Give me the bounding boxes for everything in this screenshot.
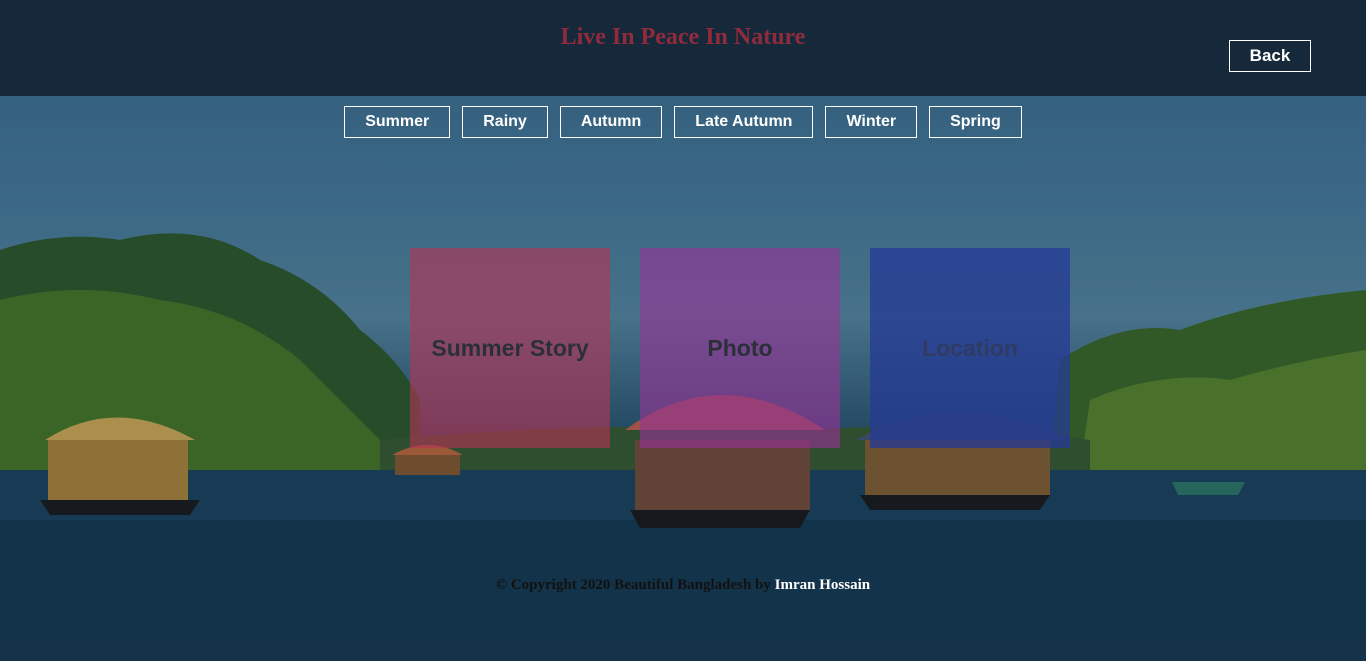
footer: © Copyright 2020 Beautiful Bangladesh by… bbox=[0, 577, 1366, 594]
copyright-text: © Copyright 2020 Beautiful Bangladesh by bbox=[495, 577, 771, 593]
location-label: Location bbox=[922, 334, 1018, 361]
site-title: Live In Peace In Nature bbox=[560, 24, 806, 50]
season-button-rainy[interactable]: Rainy bbox=[462, 106, 548, 138]
back-button[interactable]: Back bbox=[1229, 40, 1311, 72]
photo-card[interactable]: Photo bbox=[640, 248, 840, 448]
top-header: Live In Peace In Nature Back bbox=[0, 0, 1366, 96]
season-button-spring[interactable]: Spring bbox=[929, 106, 1022, 138]
season-button-winter[interactable]: Winter bbox=[825, 106, 918, 138]
season-button-late-autumn[interactable]: Late Autumn bbox=[674, 106, 814, 138]
location-card[interactable]: Location bbox=[870, 248, 1070, 448]
season-button-autumn[interactable]: Autumn bbox=[559, 106, 663, 138]
photo-label: Photo bbox=[707, 334, 773, 361]
season-button-summer[interactable]: Summer bbox=[344, 106, 451, 138]
author-name: Imran Hossain bbox=[774, 577, 871, 593]
season-nav: Summer Rainy Autumn Late Autumn Winter S… bbox=[0, 106, 1366, 138]
summer-story-label: Summer Story bbox=[431, 334, 589, 361]
summer-story-card[interactable]: Summer Story bbox=[410, 248, 610, 448]
